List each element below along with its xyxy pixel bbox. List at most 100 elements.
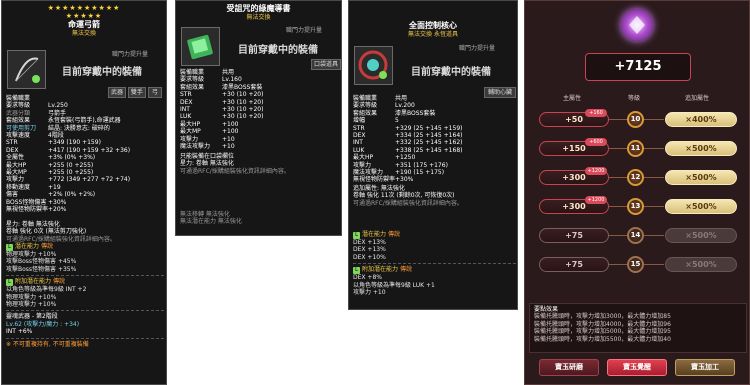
stat-value: +3% (0% +3%) bbox=[48, 154, 96, 162]
stat-label: STR bbox=[353, 124, 365, 132]
enhance-block: 追加屬性: 無法強化 卷軸 強化 11次 (剩餘0次, 可恢復0次) 可通過RFC/… bbox=[353, 185, 516, 207]
equipped-message: 目前穿戴中的裝備 bbox=[411, 67, 491, 78]
stat-label: 可通過RFC/採購組裝強化資訊詳細內容。 bbox=[353, 199, 463, 207]
stat-label: BOSS怪物傷害 bbox=[6, 198, 47, 206]
heart-core-icon bbox=[358, 50, 388, 80]
level-indicator[interactable]: 13 bbox=[627, 198, 644, 215]
stat-value: +30 (10 +20) bbox=[222, 113, 264, 121]
stat-value: +1250 bbox=[395, 154, 416, 162]
additional-potential-title: 附加潛在能力 bbox=[15, 278, 52, 286]
flag-line: 無法潛在能力 無法強化 bbox=[180, 218, 242, 226]
stat-label: 全屬性 bbox=[6, 154, 25, 162]
jewel-icon bbox=[629, 16, 645, 34]
effect-line: 裝備托騰頭時，攻擊力增加3000，最大體力增加85 bbox=[534, 313, 671, 321]
stat-row: 可通過RFC/採購組裝強化資訊詳細內容。 bbox=[353, 200, 516, 207]
jewel-grind-button[interactable]: 寶玉研磨 bbox=[539, 359, 599, 376]
connector-line bbox=[609, 148, 627, 149]
level-indicator[interactable]: 11 bbox=[627, 140, 644, 157]
item-tooltip-grimoire: 受詛咒的綠魔導書 無法交換 職門力提升量 目前穿戴中的裝備 口袋道具 裝備職業共… bbox=[175, 0, 342, 236]
level-indicator[interactable]: 15 bbox=[627, 256, 644, 273]
stat-row: 傷害 +2% (0% +2%) bbox=[6, 191, 164, 198]
stats-block: 裝備職業 共用 要求等級 Lv.160 套組效果 漆黑BOSS套裝 STR +30 (10 +… bbox=[180, 69, 340, 150]
equipped-message: 目前穿戴中的裝備 bbox=[62, 67, 142, 78]
stat-value: +351 (175 +176) bbox=[395, 161, 448, 169]
potential-line: DEX +13% bbox=[353, 246, 386, 254]
additional-potential-line: 攻擊力 +10 bbox=[353, 289, 386, 297]
stat-row: 最大HP +100 bbox=[180, 121, 340, 128]
stat-value: 5 bbox=[395, 117, 399, 125]
jewel-panel: +7125 主屬性 等級 追加屬性 +50 +160 10 ×400% +150 +600… bbox=[524, 0, 750, 385]
connector-line bbox=[609, 119, 627, 120]
stat-row: STR +30 (10 +20) bbox=[180, 91, 340, 98]
stat-value: +349 (190 +159) bbox=[48, 139, 101, 147]
item-icon bbox=[7, 50, 46, 89]
stat-value: +10 bbox=[222, 143, 235, 151]
stat-row: BOSS怪物傷害 +30% bbox=[6, 199, 164, 206]
additional-potential-grade: 傳說 bbox=[399, 266, 412, 274]
soul-weapon-line: INT +6% bbox=[6, 328, 33, 336]
stat-label: 傷害 bbox=[6, 191, 19, 199]
stat-row: LUK +30 (10 +20) bbox=[180, 113, 340, 120]
stat-value: 共用 bbox=[222, 69, 235, 76]
stat-value: +190 (15 +175) bbox=[395, 169, 445, 177]
total-value: +7125 bbox=[614, 59, 662, 74]
stat-value: 漆黑BOSS套裝 bbox=[395, 109, 436, 117]
soul-weapon-line: Lv.62 (攻擊力/魔力 : +34) bbox=[6, 320, 80, 328]
stat-label: 最大HP bbox=[6, 161, 27, 169]
connector-line bbox=[609, 206, 627, 207]
extra-stat-multiplier: ×500% bbox=[665, 228, 737, 243]
level-indicator[interactable]: 12 bbox=[627, 169, 644, 186]
stat-row: DEX +334 (25 +145 +164) bbox=[353, 132, 516, 139]
jewel-awaken-button[interactable]: 寶玉覺醒 bbox=[607, 359, 667, 376]
stat-row: 全屬性 +3% (0% +3%) bbox=[6, 154, 164, 161]
stat-row: DEX +30 (10 +20) bbox=[180, 99, 340, 106]
stat-row: 卷軸 強化 0次 (無法剪刀強化) bbox=[6, 228, 164, 235]
jewel-process-button[interactable]: 寶玉加工 bbox=[675, 359, 735, 376]
potential-line: DEX +13% bbox=[353, 239, 386, 246]
stat-row: 套組效果 永恆套裝(弓箭手),命運武器 bbox=[6, 117, 164, 124]
extra-stat-multiplier: ×500% bbox=[665, 141, 737, 156]
main-stat-value: +75 bbox=[539, 257, 609, 272]
stat-label: 要求等級 bbox=[353, 102, 378, 110]
connector-line bbox=[644, 264, 664, 265]
col-level: 等級 bbox=[628, 95, 641, 102]
stat-value: +2% (0% +2%) bbox=[48, 191, 96, 199]
connector-line bbox=[609, 264, 627, 265]
upgrade-row: +300 +1200 12 ×500% bbox=[525, 167, 750, 189]
value-box: +7125 bbox=[585, 53, 691, 81]
effects-box: 要點效果 裝備托騰頭時，攻擊力增加3000，最大體力增加85 裝備托騰頭時，攻擊… bbox=[529, 303, 747, 353]
effect-line: 裝備托騰頭時，攻擊力增加5500，最大體力增加40 bbox=[534, 335, 671, 343]
stat-value: Lv.160 bbox=[222, 76, 242, 84]
stat-label: 攻擊力 bbox=[6, 176, 25, 184]
grimoire-icon bbox=[187, 34, 213, 60]
additional-potential-grade: 傳說 bbox=[52, 278, 65, 286]
level-indicator[interactable]: 14 bbox=[627, 227, 644, 244]
stat-label: 最大HP bbox=[353, 154, 374, 162]
legendary-icon: L bbox=[353, 232, 360, 239]
connector-line bbox=[644, 235, 664, 236]
star-force-row-2: ★★★★★ bbox=[65, 12, 103, 20]
extra-stat-multiplier: ×500% bbox=[665, 170, 737, 185]
extra-stat-multiplier: ×500% bbox=[665, 257, 737, 272]
stat-value: +30 (10 +20) bbox=[222, 106, 264, 114]
additional-potential-title: 附加潛在能力 bbox=[362, 266, 399, 274]
stat-value: Lv.250 bbox=[48, 102, 68, 110]
col-main-stat: 主屬性 bbox=[563, 95, 582, 102]
stat-value: +329 (25 +145 +159) bbox=[395, 124, 463, 132]
enhance-block: 星力: 卷軸 無法強化 卷軸 強化 0次 (無法剪刀強化) 可通過RFC/採購組裝強… bbox=[6, 221, 164, 243]
connector-line bbox=[609, 177, 627, 178]
stat-row: INT +30 (10 +20) bbox=[180, 106, 340, 113]
level-indicator[interactable]: 10 bbox=[627, 111, 644, 128]
stat-value: +255 (0 +255) bbox=[48, 169, 94, 177]
bonus-badge: +600 bbox=[585, 138, 607, 146]
stat-value: +20% bbox=[48, 206, 67, 214]
stat-value: 弓箭手 bbox=[48, 109, 67, 117]
stat-value: +417 (190 +159 +32 +36) bbox=[48, 146, 131, 154]
effect-line: 裝備托騰頭時，攻擊力增加5000，最大體力增加95 bbox=[534, 328, 671, 336]
stat-value: +338 (25 +145 +168) bbox=[395, 146, 463, 154]
soul-weapon-line: 靈魂武器 - 第2階段 bbox=[6, 313, 58, 321]
stat-value: 4階段 bbox=[48, 132, 64, 140]
stat-value: +772 (349 +277 +72 +74) bbox=[48, 176, 131, 184]
legendary-icon: L bbox=[353, 267, 360, 275]
bow-icon bbox=[15, 57, 40, 83]
